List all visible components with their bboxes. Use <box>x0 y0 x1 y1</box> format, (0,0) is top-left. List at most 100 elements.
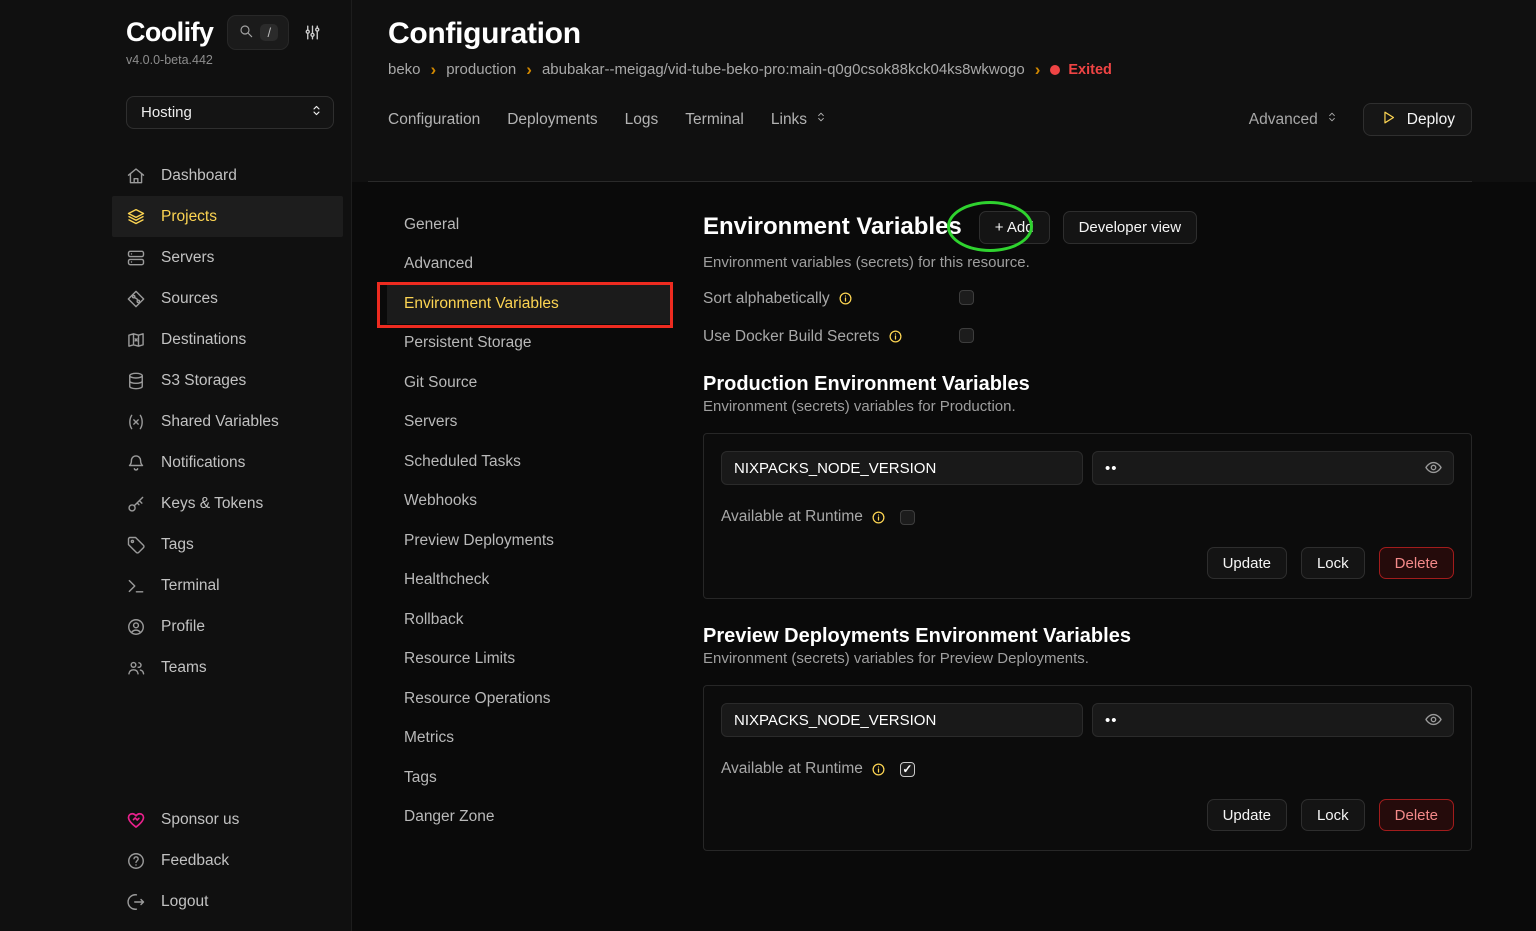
available-at-runtime-row: Available at Runtime <box>721 508 1454 526</box>
variable-value-input[interactable] <box>1092 703 1454 737</box>
panel-header: Environment Variables + Add Developer vi… <box>703 202 1472 252</box>
subnav-item-environment-variables[interactable]: Environment Variables <box>387 284 673 324</box>
section-subtitle: Environment (secrets) variables for Prod… <box>703 398 1472 415</box>
tab-logs[interactable]: Logs <box>625 111 659 129</box>
sidebar-item-servers[interactable]: Servers <box>112 237 343 278</box>
breadcrumb: beko › production › abubakar--meigag/vid… <box>388 61 1472 78</box>
sidebar-item-label: S3 Storages <box>161 372 246 390</box>
subnav-item-general[interactable]: General <box>387 205 673 245</box>
sidebar-item-label: Servers <box>161 249 214 267</box>
subnav-item-rollback[interactable]: Rollback <box>387 600 673 640</box>
lock-button[interactable]: Lock <box>1301 799 1365 831</box>
sidebar-item-label: Terminal <box>161 577 220 595</box>
bell-icon <box>126 453 146 473</box>
sidebar-item-profile[interactable]: Profile <box>112 606 343 647</box>
sidebar-item-terminal[interactable]: Terminal <box>112 565 343 606</box>
subnav-item-resource-operations[interactable]: Resource Operations <box>387 679 673 719</box>
subnav-item-tags[interactable]: Tags <box>387 758 673 798</box>
subnav-item-resource-limits[interactable]: Resource Limits <box>387 640 673 680</box>
sidebar-item-shared-variables[interactable]: Shared Variables <box>112 401 343 442</box>
info-icon[interactable] <box>871 510 886 525</box>
sort-alphabetically-checkbox[interactable] <box>959 290 974 305</box>
delete-button[interactable]: Delete <box>1379 799 1454 831</box>
tab-links[interactable]: Links <box>771 110 828 129</box>
sidebar-item-label: Logout <box>161 893 208 911</box>
subnav-item-preview-deployments[interactable]: Preview Deployments <box>387 521 673 561</box>
breadcrumb-team[interactable]: beko <box>388 61 421 78</box>
app-logo: Coolify <box>126 17 213 48</box>
tab-terminal[interactable]: Terminal <box>685 111 744 129</box>
environment-variables-panel: Environment Variables + Add Developer vi… <box>703 202 1472 851</box>
subnav-item-git-source[interactable]: Git Source <box>387 363 673 403</box>
settings-sliders-icon[interactable] <box>303 23 322 42</box>
sidebar-item-dashboard[interactable]: Dashboard <box>112 155 343 196</box>
sidebar-item-sources[interactable]: Sources <box>112 278 343 319</box>
preview-env-section: Preview Deployments Environment Variable… <box>703 625 1472 851</box>
available-at-runtime-checkbox[interactable] <box>900 510 915 525</box>
info-icon[interactable] <box>888 329 903 344</box>
tabs-actions: Advanced Deploy <box>1249 103 1472 136</box>
users-icon <box>126 658 146 678</box>
database-icon <box>126 371 146 391</box>
update-button[interactable]: Update <box>1207 547 1287 579</box>
subnav-item-advanced[interactable]: Advanced <box>387 245 673 285</box>
logo-row: Coolify / <box>126 15 351 50</box>
tab-deployments[interactable]: Deployments <box>507 111 597 129</box>
deploy-button[interactable]: Deploy <box>1363 103 1472 136</box>
update-button[interactable]: Update <box>1207 799 1287 831</box>
variable-name-input[interactable] <box>721 703 1083 737</box>
sidebar-item-label: Tags <box>161 536 194 554</box>
info-icon[interactable] <box>838 291 853 306</box>
subnav-item-persistent-storage[interactable]: Persistent Storage <box>387 324 673 364</box>
sidebar-item-tags[interactable]: Tags <box>112 524 343 565</box>
env-variable-inputs <box>721 451 1454 485</box>
git-icon <box>126 289 146 309</box>
info-icon[interactable] <box>871 762 886 777</box>
lock-button[interactable]: Lock <box>1301 547 1365 579</box>
subnav-item-danger-zone[interactable]: Danger Zone <box>387 798 673 838</box>
sidebar-item-projects[interactable]: Projects <box>112 196 343 237</box>
subnav-item-webhooks[interactable]: Webhooks <box>387 482 673 522</box>
breadcrumb-environment[interactable]: production <box>446 61 516 78</box>
search-button[interactable]: / <box>227 15 289 50</box>
env-variable-card: Available at Runtime Update Lock Delete <box>703 433 1472 599</box>
docker-build-secrets-checkbox[interactable] <box>959 328 974 343</box>
team-selector[interactable]: Hosting <box>126 96 334 129</box>
sidebar-item-keys-tokens[interactable]: Keys & Tokens <box>112 483 343 524</box>
tag-icon <box>126 535 146 555</box>
key-icon <box>126 494 146 514</box>
available-at-runtime-checkbox[interactable]: ✓ <box>900 762 915 777</box>
chevron-up-down-icon <box>309 103 324 122</box>
app-version: v4.0.0-beta.442 <box>126 53 351 67</box>
docker-build-secrets-row: Use Docker Build Secrets <box>703 326 1472 347</box>
panel-subtitle: Environment variables (secrets) for this… <box>703 254 1472 271</box>
subnav-item-servers[interactable]: Servers <box>387 403 673 443</box>
status-label: Exited <box>1068 62 1112 78</box>
add-variable-button[interactable]: + Add <box>979 211 1050 244</box>
advanced-dropdown[interactable]: Advanced <box>1249 110 1339 129</box>
developer-view-button[interactable]: Developer view <box>1063 211 1198 244</box>
section-subtitle: Environment (secrets) variables for Prev… <box>703 650 1472 667</box>
chevron-up-down-icon <box>814 110 828 129</box>
subnav-item-healthcheck[interactable]: Healthcheck <box>387 561 673 601</box>
sidebar-item-destinations[interactable]: Destinations <box>112 319 343 360</box>
variable-name-input[interactable] <box>721 451 1083 485</box>
delete-button[interactable]: Delete <box>1379 547 1454 579</box>
sidebar-item-sponsor-us[interactable]: Sponsor us <box>112 799 343 840</box>
eye-icon[interactable] <box>1424 458 1443 477</box>
sidebar-item-label: Shared Variables <box>161 413 279 431</box>
sidebar-item-teams[interactable]: Teams <box>112 647 343 688</box>
sidebar-item-feedback[interactable]: Feedback <box>112 840 343 881</box>
sidebar-item-label: Destinations <box>161 331 246 349</box>
subnav-item-scheduled-tasks[interactable]: Scheduled Tasks <box>387 442 673 482</box>
variable-value-input[interactable] <box>1092 451 1454 485</box>
sidebar-item-logout[interactable]: Logout <box>112 881 343 922</box>
tab-configuration[interactable]: Configuration <box>388 111 480 129</box>
breadcrumb-resource[interactable]: abubakar--meigag/vid-tube-beko-pro:main-… <box>542 61 1025 78</box>
variable-actions: Update Lock Delete <box>721 799 1454 831</box>
sidebar-item-notifications[interactable]: Notifications <box>112 442 343 483</box>
eye-icon[interactable] <box>1424 710 1443 729</box>
sidebar-item-s3-storages[interactable]: S3 Storages <box>112 360 343 401</box>
sidebar-item-label: Teams <box>161 659 207 677</box>
subnav-item-metrics[interactable]: Metrics <box>387 719 673 759</box>
